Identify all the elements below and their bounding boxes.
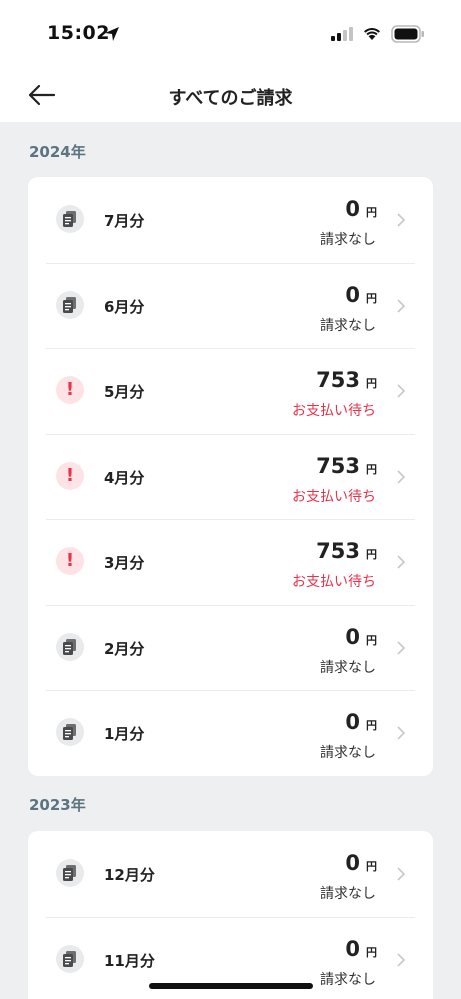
row-month: 3月分: [104, 554, 145, 572]
row-month: 5月分: [104, 383, 145, 401]
amount-value: 753: [316, 539, 360, 563]
row-status: お支払い待ち: [292, 403, 376, 419]
chevron-right-icon: [397, 298, 406, 313]
row-month: 11月分: [104, 951, 155, 970]
cellular-signal-icon: [331, 27, 353, 41]
amount-unit: 円: [366, 860, 377, 873]
document-icon: [56, 290, 84, 319]
page-title: すべてのご請求: [168, 88, 293, 109]
document-icon: [56, 859, 84, 887]
row-month: 7月分: [104, 212, 145, 230]
row-status: お支払い待ち: [292, 574, 376, 590]
amount-value: 753: [316, 368, 360, 392]
chevron-right-icon: [397, 213, 406, 227]
row-status: 請求なし: [320, 971, 376, 988]
year-heading: 2024年: [29, 143, 86, 161]
amount-value: 0: [345, 282, 360, 307]
document-icon: [56, 944, 84, 973]
row-amount: 0 円: [345, 197, 377, 221]
row-status: 請求なし: [320, 886, 376, 902]
home-indicator[interactable]: [149, 983, 313, 989]
amount-unit: 円: [366, 206, 377, 219]
location-arrow-icon: [105, 27, 119, 41]
row-status: 請求なし: [320, 745, 376, 761]
amount-value: 0: [345, 851, 360, 875]
billing-row[interactable]: 7月分 0 円 請求なし: [28, 177, 433, 263]
amount-value: 0: [345, 624, 360, 649]
amount-unit: 円: [366, 945, 377, 959]
row-month: 6月分: [104, 297, 145, 316]
amount-value: 0: [345, 936, 360, 961]
amount-unit: 円: [366, 719, 377, 732]
row-status: 請求なし: [320, 232, 376, 248]
battery-icon: [391, 25, 424, 43]
row-amount: 753 円: [316, 454, 377, 478]
alert-icon: !: [56, 376, 84, 404]
chevron-right-icon: [397, 384, 406, 398]
amount-unit: 円: [366, 548, 377, 561]
document-icon: [56, 632, 84, 661]
row-status: 請求なし: [320, 317, 376, 334]
billing-row[interactable]: 2月分 0 円 請求なし: [28, 604, 433, 691]
status-time: 15:02: [47, 22, 110, 44]
amount-unit: 円: [366, 633, 377, 647]
row-amount: 0 円: [345, 851, 377, 875]
amount-value: 753: [316, 453, 360, 478]
alert-icon: !: [56, 547, 84, 575]
amount-value: 0: [345, 710, 360, 734]
document-icon: [56, 205, 84, 233]
billing-row[interactable]: 1月分 0 円 請求なし: [28, 690, 433, 776]
row-month: 4月分: [104, 468, 145, 487]
wifi-icon: [364, 28, 380, 40]
row-amount: 0 円: [345, 710, 377, 734]
billing-card-2024: 7月分 0 円 請求なし 6月分 0 円 請求なし ! 5月分 753 円 お支…: [28, 177, 433, 776]
alert-icon: !: [56, 461, 84, 490]
status-bar: 15:02: [0, 0, 461, 68]
row-amount: 0 円: [345, 937, 377, 961]
year-heading: 2023年: [29, 796, 86, 814]
chevron-right-icon: [397, 867, 406, 881]
nav-bar: すべてのご請求: [0, 68, 461, 122]
billing-row[interactable]: ! 3月分 753 円 お支払い待ち: [28, 519, 433, 605]
billing-row[interactable]: 6月分 0 円 請求なし: [28, 262, 433, 349]
row-status: 請求なし: [320, 659, 376, 676]
amount-unit: 円: [366, 462, 377, 476]
billing-row[interactable]: ! 4月分 753 円 お支払い待ち: [28, 433, 433, 520]
row-amount: 753 円: [316, 539, 377, 563]
document-icon: [56, 718, 84, 746]
chevron-right-icon: [397, 469, 406, 484]
amount-value: 0: [345, 197, 360, 221]
row-month: 12月分: [104, 866, 155, 884]
amount-unit: 円: [366, 291, 377, 305]
billing-row[interactable]: 12月分 0 円 請求なし: [28, 831, 433, 917]
row-month: 1月分: [104, 725, 145, 743]
amount-unit: 円: [366, 377, 377, 390]
chevron-right-icon: [397, 640, 406, 655]
row-status: お支払い待ち: [292, 488, 376, 505]
chevron-right-icon: [397, 555, 406, 569]
row-month: 2月分: [104, 639, 145, 658]
row-amount: 0 円: [345, 283, 377, 307]
billing-row[interactable]: ! 5月分 753 円 お支払い待ち: [28, 348, 433, 434]
billing-card-2023: 12月分 0 円 請求なし 11月分 0 円 請求なし: [28, 831, 433, 999]
row-amount: 0 円: [345, 625, 377, 649]
row-amount: 753 円: [316, 368, 377, 392]
chevron-right-icon: [397, 952, 406, 967]
chevron-right-icon: [397, 726, 406, 740]
